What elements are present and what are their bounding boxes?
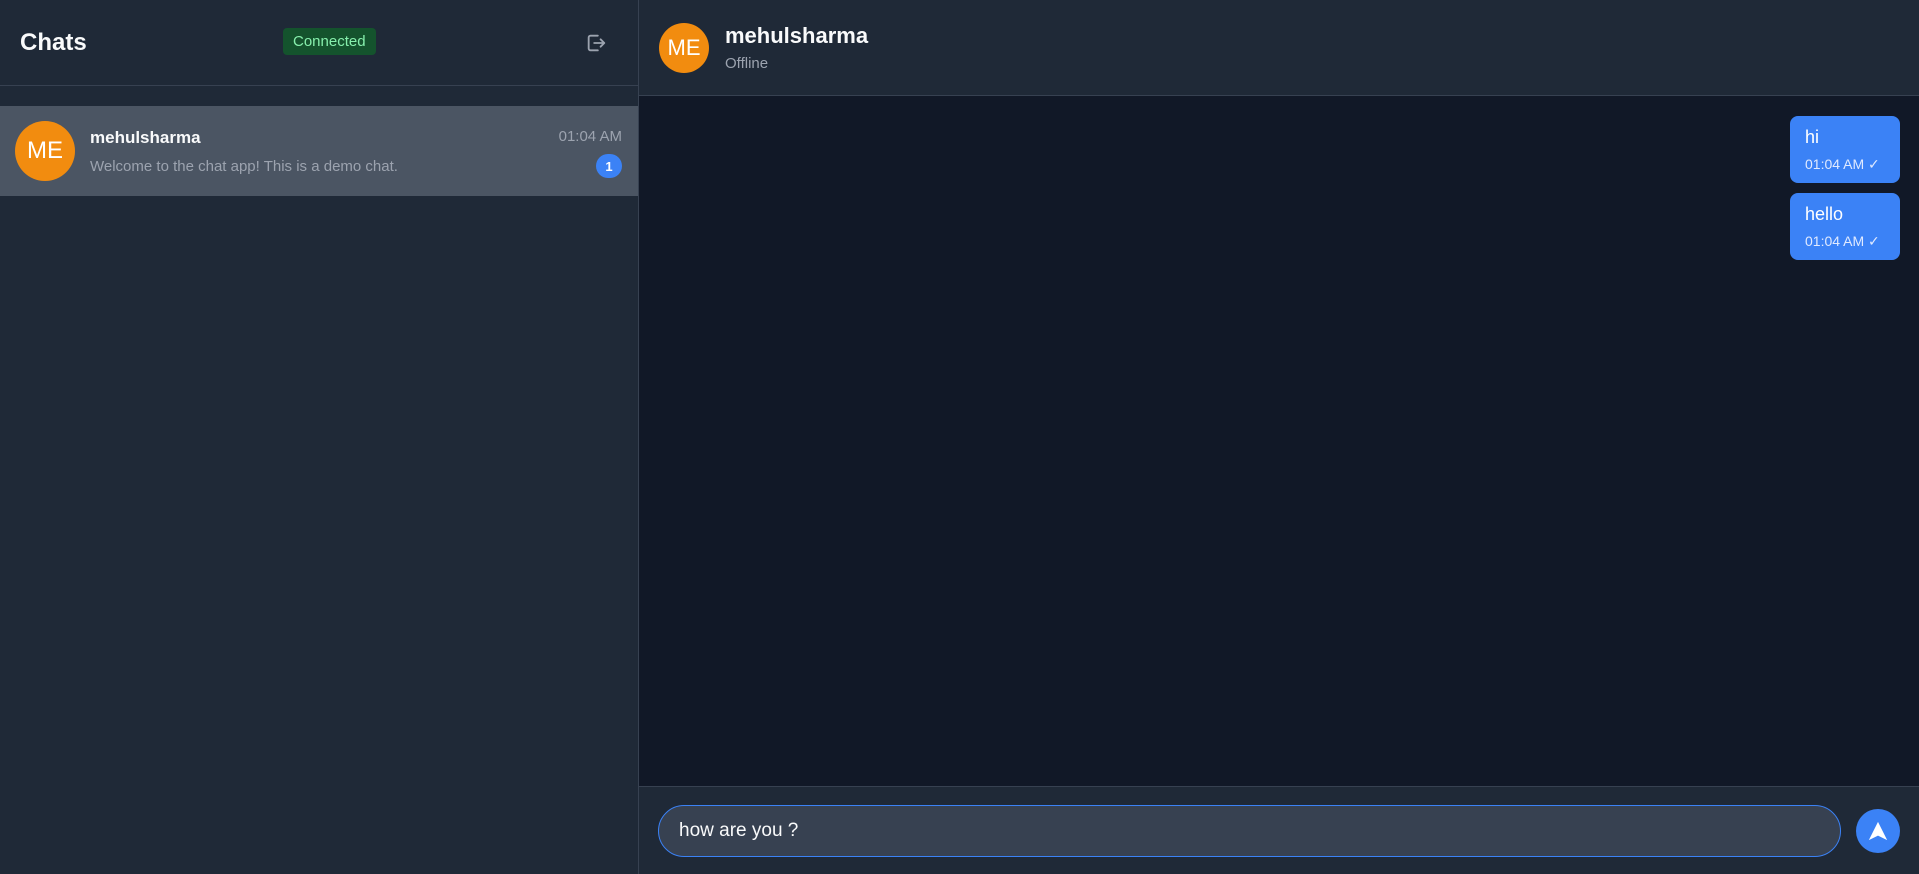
message-meta: 01:04 AM ✓ [1805, 156, 1880, 172]
message-composer [639, 786, 1919, 874]
send-icon [1868, 821, 1888, 840]
contact-status: Offline [725, 55, 769, 72]
logout-button[interactable] [582, 29, 610, 57]
avatar: ME [15, 121, 75, 181]
send-button[interactable] [1856, 808, 1900, 853]
message-bubble: hi 01:04 AM ✓ [1790, 116, 1900, 183]
sidebar: Chats Connected ME mehulsharma Welcome t… [0, 0, 639, 874]
conversation-panel: ME mehulsharma Offline hi 01:04 AM ✓ hel… [639, 0, 1919, 874]
message-text: hello [1805, 204, 1844, 224]
message-input[interactable] [658, 804, 1841, 857]
chat-item-body: mehulsharma Welcome to the chat app! Thi… [90, 128, 623, 175]
unread-count-badge: 1 [596, 154, 622, 178]
connection-status-badge: Connected [283, 28, 376, 55]
contact-name: mehulsharma [725, 23, 869, 48]
chat-item-time: 01:04 AM [558, 128, 622, 145]
message-text: hi [1805, 127, 1820, 147]
message-bubble: hello 01:04 AM ✓ [1790, 193, 1900, 260]
contact-info: mehulsharma Offline [725, 23, 868, 72]
sidebar-title: Chats [20, 28, 87, 56]
chat-item-name: mehulsharma [90, 127, 201, 147]
message-list: hi 01:04 AM ✓ hello 01:04 AM ✓ [639, 96, 1919, 786]
chat-item-preview: Welcome to the chat app! This is a demo … [90, 157, 398, 175]
chat-list-item[interactable]: ME mehulsharma Welcome to the chat app! … [0, 106, 638, 196]
chat-app: Chats Connected ME mehulsharma Welcome t… [0, 0, 1919, 874]
message-meta: 01:04 AM ✓ [1805, 233, 1880, 249]
chat-list: ME mehulsharma Welcome to the chat app! … [0, 86, 638, 196]
sidebar-header: Chats Connected [0, 0, 638, 86]
contact-avatar: ME [659, 22, 709, 73]
logout-icon [587, 34, 606, 52]
conversation-header: ME mehulsharma Offline [639, 0, 1919, 96]
